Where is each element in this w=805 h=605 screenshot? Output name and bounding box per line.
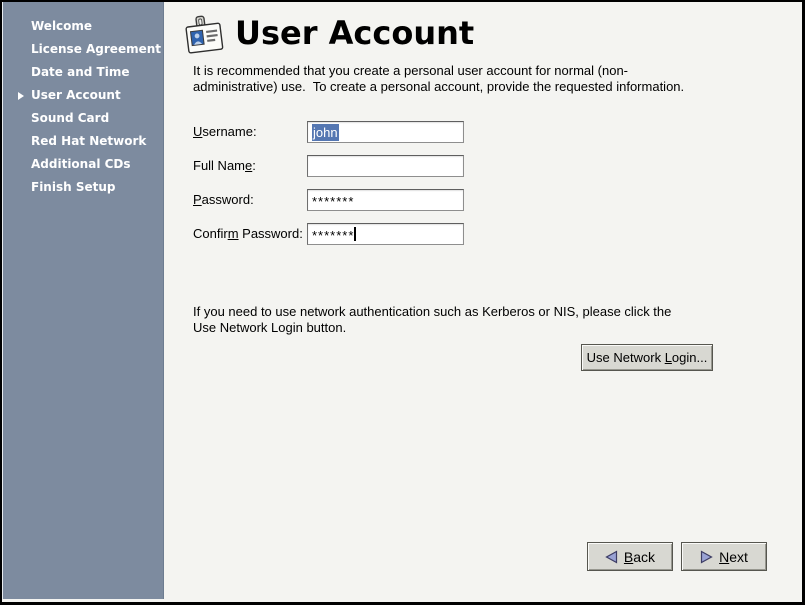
sidebar-item-label: User Account — [31, 88, 121, 102]
fullname-input[interactable] — [307, 155, 464, 177]
sidebar-item-red-hat-network: Red Hat Network — [2, 130, 163, 153]
password-label: Password: — [193, 189, 254, 211]
next-button[interactable]: Next — [681, 542, 767, 571]
main-panel: User Account It is recommended that you … — [163, 2, 802, 602]
use-network-login-button[interactable]: Use Network Login... — [581, 344, 713, 371]
sidebar-item-date-and-time: Date and Time — [2, 61, 163, 84]
intro-text-line1: It is recommended that you create a pers… — [193, 63, 628, 79]
username-label: Username: — [193, 121, 257, 143]
back-arrow-icon — [605, 550, 618, 564]
username-input[interactable]: john — [307, 121, 464, 143]
sidebar-item-finish-setup: Finish Setup — [2, 176, 163, 199]
password-input[interactable]: ******* — [307, 189, 464, 211]
sidebar-item-label: Sound Card — [31, 111, 109, 125]
sidebar-item-user-account: User Account — [2, 84, 163, 107]
back-button[interactable]: Back — [587, 542, 673, 571]
network-text-line2: Use Network Login button. — [193, 320, 346, 336]
id-badge-icon — [184, 11, 226, 66]
sidebar-item-sound-card: Sound Card — [2, 107, 163, 130]
network-text-line1: If you need to use network authenticatio… — [193, 304, 671, 320]
sidebar-item-additional-cds: Additional CDs — [2, 153, 163, 176]
page-title: User Account — [235, 14, 474, 52]
sidebar-item-license-agreement: License Agreement — [2, 38, 163, 61]
intro-text-line2: administrative) use. To create a persona… — [193, 79, 684, 95]
selected-text: john — [312, 124, 339, 141]
wizard-steps-sidebar: Welcome License Agreement Date and Time … — [2, 2, 164, 599]
sidebar-item-label: Additional CDs — [31, 157, 131, 171]
sidebar-item-label: Date and Time — [31, 65, 129, 79]
active-step-arrow-icon — [18, 92, 24, 100]
sidebar-item-label: Finish Setup — [31, 180, 115, 194]
text-cursor — [354, 227, 356, 241]
sidebar-item-label: Welcome — [31, 19, 92, 33]
next-arrow-icon — [700, 550, 713, 564]
sidebar-item-label: License Agreement — [31, 42, 161, 56]
confirm-password-input[interactable]: ******* — [307, 223, 464, 245]
sidebar-item-welcome: Welcome — [2, 15, 163, 38]
fullname-label: Full Name: — [193, 155, 256, 177]
confirm-password-label: Confirm Password: — [193, 223, 303, 245]
sidebar-item-label: Red Hat Network — [31, 134, 146, 148]
setup-agent-window: Welcome License Agreement Date and Time … — [2, 2, 802, 602]
